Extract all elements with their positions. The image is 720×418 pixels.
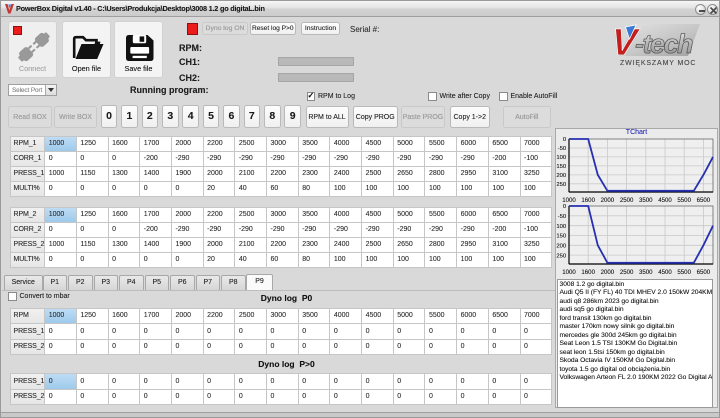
- svg-text:2000: 2000: [601, 269, 615, 276]
- svg-text:-250: -250: [554, 253, 567, 259]
- svg-text:-200: -200: [554, 244, 567, 250]
- svg-text:2500: 2500: [620, 269, 634, 276]
- svg-text:-50: -50: [558, 214, 567, 220]
- svg-text:4500: 4500: [658, 269, 672, 276]
- svg-text:0: 0: [563, 204, 567, 210]
- svg-text:-tech: -tech: [635, 29, 693, 59]
- svg-text:3500: 3500: [639, 269, 653, 276]
- svg-text:6500: 6500: [697, 269, 711, 276]
- svg-text:1600: 1600: [581, 269, 595, 276]
- svg-text:5500: 5500: [677, 269, 691, 276]
- svg-text:-150: -150: [554, 234, 567, 240]
- svg-text:1000: 1000: [562, 269, 576, 276]
- svg-text:-100: -100: [554, 224, 567, 230]
